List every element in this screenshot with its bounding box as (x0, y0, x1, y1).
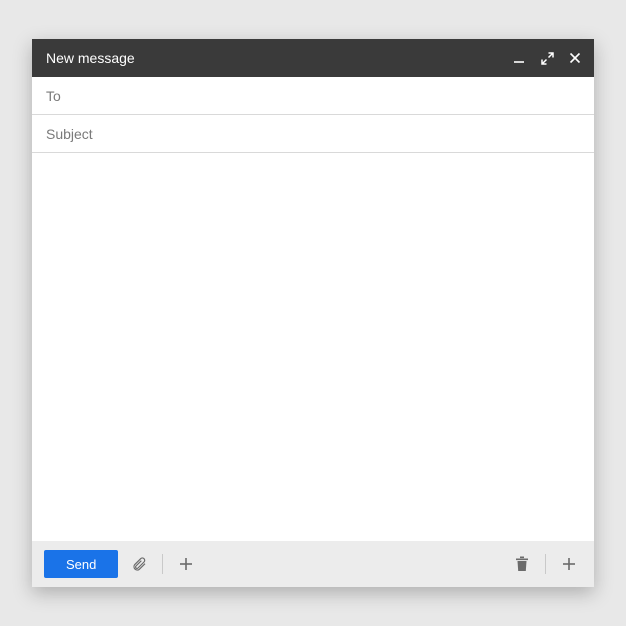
bottom-toolbar: Send (32, 541, 594, 587)
trash-button[interactable] (509, 551, 535, 577)
subject-input[interactable] (46, 126, 580, 142)
window-controls (512, 51, 582, 65)
send-button[interactable]: Send (44, 550, 118, 578)
minimize-button[interactable] (512, 51, 526, 65)
body-input[interactable] (46, 163, 580, 531)
attach-button[interactable] (126, 551, 152, 577)
insert-right-button[interactable] (556, 551, 582, 577)
window-title: New message (46, 50, 512, 66)
expand-button[interactable] (540, 51, 554, 65)
trash-icon (515, 556, 529, 572)
expand-icon (541, 52, 554, 65)
close-button[interactable] (568, 51, 582, 65)
minimize-icon (513, 52, 525, 64)
toolbar-divider-right (545, 554, 546, 574)
toolbar-divider (162, 554, 163, 574)
close-icon (569, 52, 581, 64)
insert-left-button[interactable] (173, 551, 199, 577)
plus-icon (562, 557, 576, 571)
compose-window: New message (32, 39, 594, 587)
plus-icon (179, 557, 193, 571)
paperclip-icon (131, 556, 147, 572)
subject-row (32, 115, 594, 153)
body-area (32, 153, 594, 541)
to-input[interactable] (46, 88, 580, 104)
to-row (32, 77, 594, 115)
titlebar: New message (32, 39, 594, 77)
